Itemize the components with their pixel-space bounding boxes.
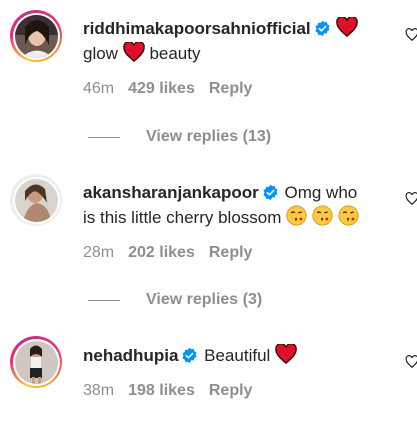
avatar-story-ring[interactable] [10, 10, 62, 62]
likes-count[interactable]: 198 likes [128, 382, 195, 400]
avatar [14, 14, 58, 58]
comment-text: Beautiful [204, 346, 271, 365]
comment-body: nehadhupia Beautiful [83, 343, 389, 368]
avatar-border[interactable] [10, 174, 62, 226]
reply-button[interactable]: Reply [209, 244, 253, 262]
face-blowing-kiss-emoji [338, 205, 359, 226]
timestamp: 46m [83, 80, 115, 97]
heart-outline-icon[interactable] [405, 192, 417, 206]
likes-count[interactable]: 202 likes [128, 244, 195, 262]
comment-text: glow [83, 44, 118, 63]
reply-button[interactable]: Reply [209, 80, 253, 98]
verified-badge-icon [182, 347, 197, 364]
timestamp: 28m [83, 244, 115, 261]
heart-outline-icon[interactable] [405, 28, 417, 42]
comment-meta: 46m 429 likes Reply [83, 80, 252, 98]
view-replies-button[interactable]: View replies (3) [88, 291, 262, 309]
username[interactable]: akansharanjankapoor [83, 183, 259, 202]
username[interactable]: nehadhupia [83, 346, 178, 365]
heart-outline-icon[interactable] [405, 355, 417, 369]
view-replies-button[interactable]: View replies (13) [88, 128, 271, 146]
red-heart-emoji [336, 17, 359, 37]
avatar-story-ring[interactable] [10, 336, 62, 388]
avatar-border [12, 338, 60, 386]
avatar [14, 340, 58, 384]
face-blowing-kiss-emoji [312, 205, 333, 226]
face-blowing-kiss-emoji [286, 205, 307, 226]
reply-button[interactable]: Reply [209, 382, 253, 400]
comment-meta: 38m 198 likes Reply [83, 382, 252, 400]
view-replies-label: View replies (13) [146, 128, 272, 145]
view-replies-label: View replies (3) [146, 291, 263, 308]
avatar-border [12, 12, 60, 60]
likes-count[interactable]: 429 likes [128, 80, 195, 98]
avatar-border-inner [12, 176, 60, 224]
avatar [14, 178, 58, 222]
comment-body: riddhimakapoorsahniofficial glow beauty [83, 16, 389, 66]
comment-text: is this little cherry blossom [83, 208, 282, 227]
comment-meta: 28m 202 likes Reply [83, 244, 252, 262]
username[interactable]: riddhimakapoorsahniofficial [83, 19, 311, 38]
comment-body: akansharanjankapoor Omg who is this litt… [83, 180, 389, 230]
red-heart-emoji [122, 42, 145, 62]
comment-text: beauty [149, 44, 201, 63]
comment-text: Omg who [284, 183, 358, 202]
red-heart-emoji [275, 344, 297, 364]
verified-badge-icon [263, 184, 278, 201]
divider [88, 299, 120, 301]
verified-badge-icon [315, 20, 330, 37]
divider [88, 136, 120, 138]
timestamp: 38m [83, 382, 115, 399]
